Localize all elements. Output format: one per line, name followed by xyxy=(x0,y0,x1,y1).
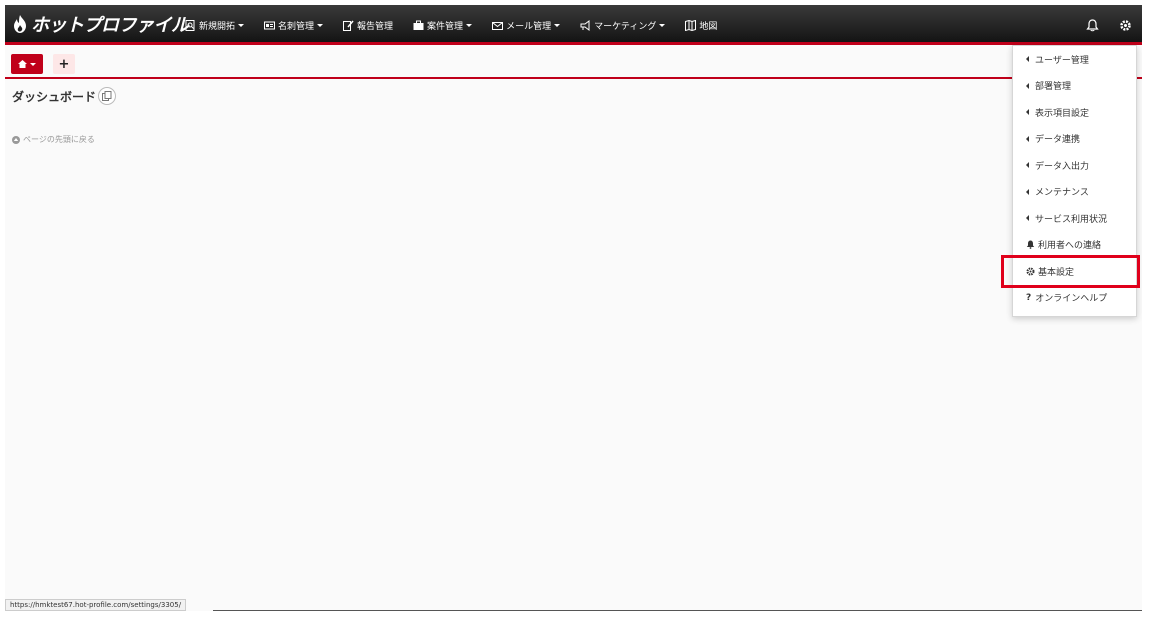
chevron-down-icon xyxy=(317,23,324,27)
home-tab[interactable] xyxy=(11,54,43,74)
nav-label: 地図 xyxy=(699,21,718,32)
navbar-right xyxy=(1066,5,1132,45)
menu-item-data-import-export[interactable]: データ入出力 xyxy=(1013,152,1136,179)
nav-map[interactable]: 地図 xyxy=(685,19,717,32)
nav-marketing[interactable]: マーケティング xyxy=(580,19,666,32)
nav-mail[interactable]: メール管理 xyxy=(492,19,561,32)
chevron-down-icon xyxy=(30,62,36,66)
menu-item-display-fields[interactable]: 表示項目設定 xyxy=(1013,99,1136,126)
app-window: ホットプロファイル 新規開拓 名刺管理 報告管理 案件管理 メール管理 マーケテ… xyxy=(5,5,1142,611)
chevron-down-icon xyxy=(238,23,245,27)
chevron-down-icon xyxy=(554,23,561,27)
highlight-box xyxy=(1001,255,1140,288)
page-title: ダッシュボード xyxy=(12,87,117,105)
page-title-text: ダッシュボード xyxy=(12,89,97,104)
gear-icon[interactable] xyxy=(1119,19,1132,32)
caret-left-icon xyxy=(1026,82,1029,89)
menu-item-label: サービス利用状況 xyxy=(1035,214,1108,225)
add-tab-button[interactable]: + xyxy=(53,54,75,74)
nav-label: マーケティング xyxy=(594,21,657,32)
chevron-down-icon xyxy=(659,23,666,27)
menu-item-service-usage[interactable]: サービス利用状況 xyxy=(1013,205,1136,232)
nav-label: 名刺管理 xyxy=(278,21,315,32)
back-to-top-label: ページの先頭に戻る xyxy=(23,135,95,144)
menu-item-label: 部署管理 xyxy=(1035,82,1072,93)
question-icon: ? xyxy=(1026,292,1032,303)
caret-left-icon xyxy=(1026,56,1029,63)
caret-left-icon xyxy=(1026,109,1029,116)
nav-label: 報告管理 xyxy=(357,21,394,32)
search-doc-icon xyxy=(185,19,195,31)
chevron-down-icon xyxy=(466,23,473,27)
menu-item-department-management[interactable]: 部署管理 xyxy=(1013,73,1136,100)
map-icon xyxy=(685,19,697,31)
menu-item-label: オンラインヘルプ xyxy=(1035,294,1108,305)
briefcase-icon xyxy=(413,20,424,30)
bell-icon[interactable] xyxy=(1086,18,1099,32)
caret-left-icon xyxy=(1026,215,1029,222)
menu-item-label: 表示項目設定 xyxy=(1035,108,1090,119)
flame-icon xyxy=(14,15,26,33)
megaphone-icon xyxy=(580,19,590,31)
divider xyxy=(213,610,1142,611)
nav-label: メール管理 xyxy=(506,21,552,32)
home-icon xyxy=(18,60,27,68)
menu-item-user-management[interactable]: ユーザー管理 xyxy=(1013,46,1136,73)
caret-left-icon xyxy=(1026,135,1029,142)
menu-item-label: 利用者への連絡 xyxy=(1038,241,1102,252)
menu-item-label: ユーザー管理 xyxy=(1035,55,1089,66)
menu-item-data-integration[interactable]: データ連携 xyxy=(1013,126,1136,153)
caret-left-icon xyxy=(1026,162,1029,169)
menu-item-label: データ連携 xyxy=(1035,135,1081,146)
nav-label: 新規開拓 xyxy=(199,21,236,32)
circle-up-icon xyxy=(12,135,20,144)
menu-item-label: メンテナンス xyxy=(1035,188,1089,199)
caret-left-icon xyxy=(1026,188,1029,195)
menu-item-maintenance[interactable]: メンテナンス xyxy=(1013,179,1136,206)
mail-icon xyxy=(492,21,504,30)
nav-new-prospecting[interactable]: 新規開拓 xyxy=(185,19,245,32)
copy-dashboard-button[interactable] xyxy=(98,87,117,105)
copy-icon xyxy=(102,91,112,101)
back-to-top-link[interactable]: ページの先頭に戻る xyxy=(12,134,95,145)
tab-bar: + xyxy=(5,48,1142,79)
brand-logo[interactable]: ホットプロファイル xyxy=(13,12,189,36)
nav-deals[interactable]: 案件管理 xyxy=(413,19,473,32)
bell-icon xyxy=(1026,240,1035,250)
report-edit-icon xyxy=(343,20,354,31)
card-icon xyxy=(264,21,276,29)
main-nav: 新規開拓 名刺管理 報告管理 案件管理 メール管理 マーケティング 地図 xyxy=(185,5,737,45)
status-bar-url: https://hmktest67.hot-profile.com/settin… xyxy=(5,599,187,611)
nav-reports[interactable]: 報告管理 xyxy=(343,19,393,32)
top-navbar: ホットプロファイル 新規開拓 名刺管理 報告管理 案件管理 メール管理 マーケテ… xyxy=(5,5,1142,45)
brand-name: ホットプロファイル xyxy=(31,15,189,36)
nav-business-cards[interactable]: 名刺管理 xyxy=(264,19,324,32)
menu-item-online-help[interactable]: ? オンラインヘルプ xyxy=(1013,285,1136,312)
menu-item-label: データ入出力 xyxy=(1035,161,1090,172)
nav-label: 案件管理 xyxy=(427,21,464,32)
